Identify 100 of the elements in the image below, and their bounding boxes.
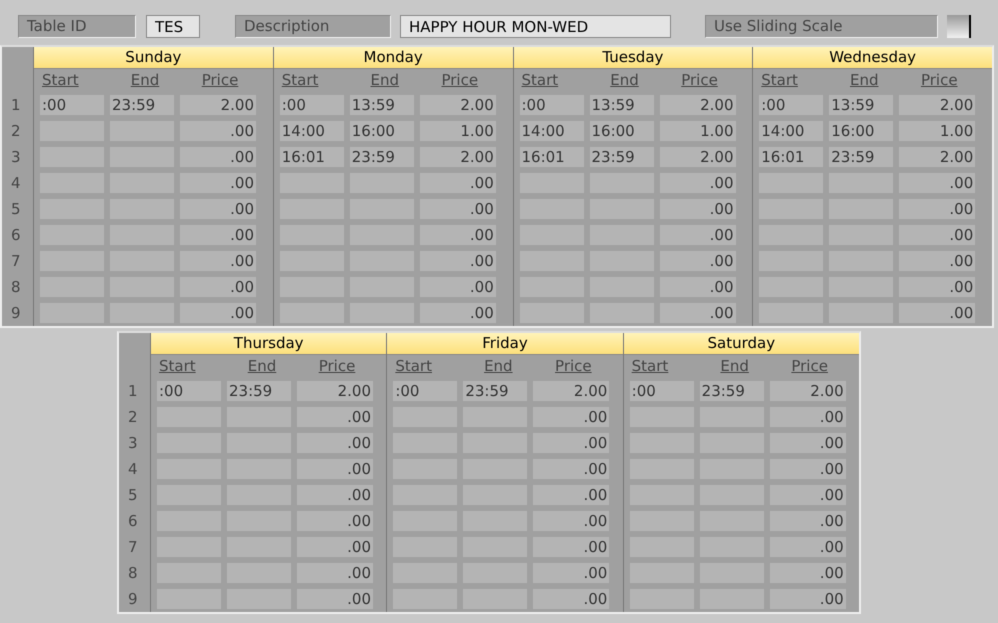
- price-field[interactable]: .00: [420, 225, 496, 245]
- day-header: Sunday: [34, 47, 273, 69]
- price-field[interactable]: .00: [180, 303, 256, 323]
- price-field[interactable]: 2.00: [420, 95, 496, 115]
- price-field[interactable]: .00: [533, 563, 610, 583]
- column-header: End: [610, 70, 639, 91]
- price-field[interactable]: 2.00: [180, 95, 256, 115]
- row-number: 6: [10, 225, 22, 246]
- start-field[interactable]: :00: [759, 95, 824, 115]
- column-header: End: [720, 356, 749, 377]
- end-field[interactable]: 23:59: [590, 147, 654, 167]
- price-field[interactable]: .00: [660, 225, 736, 245]
- end-field[interactable]: 23:59: [350, 147, 414, 167]
- row-number: 4: [10, 173, 22, 194]
- price-field[interactable]: 2.00: [660, 95, 736, 115]
- price-field[interactable]: .00: [297, 563, 373, 583]
- price-field[interactable]: .00: [533, 459, 610, 479]
- price-field[interactable]: 2.00: [420, 147, 496, 167]
- start-field[interactable]: 14:00: [280, 121, 344, 141]
- start-field[interactable]: :00: [40, 95, 104, 115]
- start-field[interactable]: :00: [280, 95, 344, 115]
- end-field[interactable]: 23:59: [700, 381, 764, 401]
- price-field[interactable]: .00: [770, 407, 846, 427]
- price-field[interactable]: .00: [180, 147, 256, 167]
- end-field[interactable]: 16:00: [350, 121, 414, 141]
- sliding-scale-checkbox[interactable]: [947, 15, 971, 38]
- price-field[interactable]: .00: [660, 277, 736, 297]
- price-field[interactable]: .00: [660, 303, 736, 323]
- price-field[interactable]: .00: [533, 511, 610, 531]
- price-field[interactable]: .00: [770, 433, 846, 453]
- price-field[interactable]: .00: [660, 251, 736, 271]
- price-field[interactable]: 2.00: [533, 381, 610, 401]
- price-field[interactable]: 1.00: [420, 121, 496, 141]
- end-field[interactable]: 13:59: [350, 95, 414, 115]
- price-field[interactable]: .00: [770, 485, 846, 505]
- column-header: Start: [42, 70, 79, 91]
- end-field[interactable]: 23:59: [829, 147, 894, 167]
- price-field[interactable]: .00: [899, 277, 976, 297]
- price-field[interactable]: .00: [297, 511, 373, 531]
- start-field[interactable]: 14:00: [520, 121, 584, 141]
- table-id-field[interactable]: TES: [146, 15, 200, 38]
- price-field[interactable]: .00: [533, 407, 610, 427]
- end-field[interactable]: 23:59: [110, 95, 174, 115]
- end-field[interactable]: 23:59: [463, 381, 528, 401]
- price-field[interactable]: .00: [533, 433, 610, 453]
- price-field[interactable]: .00: [899, 199, 976, 219]
- description-field[interactable]: HAPPY HOUR MON-WED: [400, 15, 671, 38]
- price-field[interactable]: 1.00: [899, 121, 976, 141]
- price-field[interactable]: .00: [533, 589, 610, 609]
- price-field[interactable]: .00: [297, 407, 373, 427]
- price-field[interactable]: .00: [770, 563, 846, 583]
- price-field[interactable]: .00: [660, 173, 736, 193]
- price-field[interactable]: .00: [420, 277, 496, 297]
- price-field[interactable]: .00: [420, 303, 496, 323]
- price-field[interactable]: .00: [770, 459, 846, 479]
- price-field[interactable]: .00: [660, 199, 736, 219]
- price-field[interactable]: .00: [899, 303, 976, 323]
- price-field[interactable]: .00: [180, 251, 256, 271]
- price-field[interactable]: .00: [420, 251, 496, 271]
- end-field[interactable]: 16:00: [829, 121, 894, 141]
- start-field[interactable]: 14:00: [759, 121, 824, 141]
- price-field[interactable]: 2.00: [770, 381, 846, 401]
- row-number: 4: [127, 459, 139, 480]
- price-field[interactable]: .00: [770, 589, 846, 609]
- price-field[interactable]: .00: [899, 173, 976, 193]
- price-field[interactable]: 2.00: [660, 147, 736, 167]
- price-field[interactable]: .00: [297, 485, 373, 505]
- price-field[interactable]: .00: [297, 537, 373, 557]
- price-field[interactable]: .00: [899, 251, 976, 271]
- day-header: Thursday: [151, 333, 386, 355]
- start-field[interactable]: :00: [520, 95, 584, 115]
- price-field[interactable]: .00: [533, 537, 610, 557]
- price-field[interactable]: .00: [297, 589, 373, 609]
- price-field[interactable]: 2.00: [297, 381, 373, 401]
- start-field[interactable]: 16:01: [759, 147, 824, 167]
- end-field[interactable]: 13:59: [829, 95, 894, 115]
- start-field[interactable]: :00: [157, 381, 221, 401]
- start-field[interactable]: 16:01: [280, 147, 344, 167]
- price-field[interactable]: .00: [770, 511, 846, 531]
- price-field[interactable]: 2.00: [899, 95, 976, 115]
- end-field[interactable]: 13:59: [590, 95, 654, 115]
- price-field[interactable]: .00: [770, 537, 846, 557]
- price-field[interactable]: .00: [899, 225, 976, 245]
- end-field[interactable]: 23:59: [227, 381, 291, 401]
- price-field[interactable]: 2.00: [899, 147, 976, 167]
- price-field[interactable]: .00: [420, 173, 496, 193]
- price-field[interactable]: .00: [180, 173, 256, 193]
- start-field[interactable]: :00: [393, 381, 458, 401]
- start-field[interactable]: 16:01: [520, 147, 584, 167]
- price-field[interactable]: .00: [297, 433, 373, 453]
- price-field[interactable]: .00: [180, 277, 256, 297]
- price-field[interactable]: .00: [533, 485, 610, 505]
- price-field[interactable]: .00: [180, 199, 256, 219]
- price-field[interactable]: .00: [297, 459, 373, 479]
- end-field[interactable]: 16:00: [590, 121, 654, 141]
- price-field[interactable]: .00: [180, 121, 256, 141]
- price-field[interactable]: .00: [180, 225, 256, 245]
- price-field[interactable]: 1.00: [660, 121, 736, 141]
- price-field[interactable]: .00: [420, 199, 496, 219]
- start-field[interactable]: :00: [630, 381, 694, 401]
